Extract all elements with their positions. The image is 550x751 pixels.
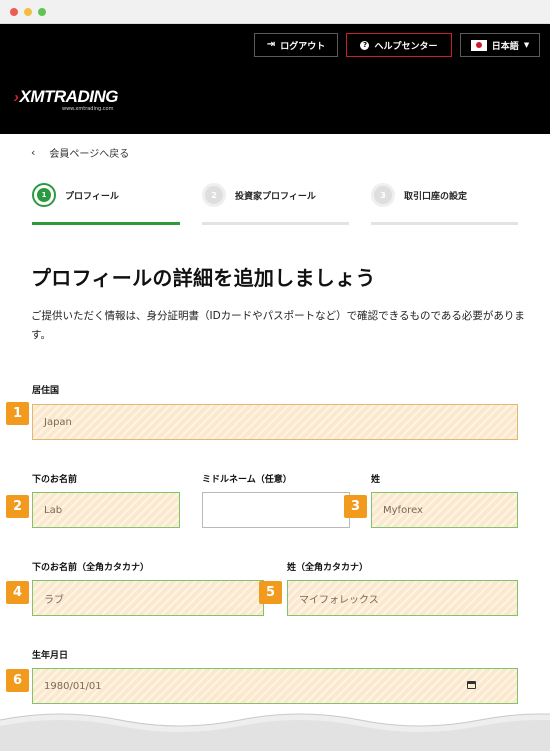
calendar-icon[interactable] xyxy=(467,681,476,689)
first-name-field[interactable]: Lab xyxy=(32,492,180,528)
maximize-window-dot[interactable] xyxy=(38,8,46,16)
browser-chrome xyxy=(0,0,550,24)
country-value: Japan xyxy=(44,416,72,428)
help-center-label: ヘルプセンター xyxy=(374,41,438,52)
country-label: 居住国 xyxy=(32,386,60,396)
birth-date-label: 生年月日 xyxy=(32,651,69,661)
annotation-badge-6: 6 xyxy=(6,669,29,692)
last-name-label: 姓 xyxy=(371,475,381,485)
page-description: ご提供いただく情報は、身分証明書（IDカードやパスポートなど）で確認できるもので… xyxy=(31,310,525,341)
step-2-progress-bar xyxy=(202,222,349,225)
annotation-badge-5: 5 xyxy=(259,581,282,604)
last-name-field[interactable]: Myforex xyxy=(371,492,518,528)
country-field[interactable]: Japan xyxy=(32,404,518,440)
close-window-dot[interactable] xyxy=(10,8,18,16)
language-label: 日本語 xyxy=(491,41,519,52)
step-1-indicator: 1 xyxy=(32,183,56,207)
last-name-kana-field[interactable]: マイフォレックス xyxy=(287,580,518,616)
step-3-progress-bar xyxy=(371,222,518,225)
first-name-kana-label: 下のお名前（全角カタカナ） xyxy=(32,563,150,573)
back-label: 会員ページへ戻る xyxy=(49,149,130,160)
caret-down-icon: ▼ xyxy=(523,41,530,49)
step-1-label: プロフィール xyxy=(65,191,119,202)
logout-label: ログアウト xyxy=(280,41,326,52)
last-name-value: Myforex xyxy=(383,504,423,516)
birth-date-value: 1980/01/01 xyxy=(44,680,102,692)
xmtrading-logo[interactable]: › XMTRADING www.xmtrading.com xyxy=(12,87,119,112)
annotation-badge-2: 2 xyxy=(6,495,29,518)
logout-button[interactable]: ⇥ ログアウト xyxy=(254,33,338,57)
brand-bar: › XMTRADING www.xmtrading.com xyxy=(0,66,550,134)
last-name-kana-value: マイフォレックス xyxy=(299,594,379,606)
torn-edge-decoration xyxy=(0,713,550,751)
step-3-indicator: 3 xyxy=(371,183,395,207)
language-selector[interactable]: 日本語 ▼ xyxy=(460,33,540,57)
first-name-value: Lab xyxy=(44,504,63,516)
top-bar: ⇥ ログアウト ? ヘルプセンター 日本語 ▼ xyxy=(0,24,550,66)
help-center-button[interactable]: ? ヘルプセンター xyxy=(346,33,452,57)
step-1-progress-bar xyxy=(32,222,180,225)
step-1: 1 プロフィール xyxy=(32,183,119,207)
middle-name-field[interactable] xyxy=(202,492,350,528)
step-2-label: 投資家プロフィール xyxy=(235,191,316,202)
back-to-members-link[interactable]: ‹ 会員ページへ戻る xyxy=(31,145,129,160)
first-name-label: 下のお名前 xyxy=(32,475,78,485)
annotation-badge-4: 4 xyxy=(6,581,29,604)
step-2-indicator: 2 xyxy=(202,183,226,207)
chevron-left-icon: ‹ xyxy=(31,146,36,159)
annotation-badge-3: 3 xyxy=(344,495,367,518)
annotation-badge-1: 1 xyxy=(6,402,29,425)
step-2: 2 投資家プロフィール xyxy=(202,183,316,207)
step-3: 3 取引口座の設定 xyxy=(371,183,467,207)
minimize-window-dot[interactable] xyxy=(24,8,32,16)
middle-name-label: ミドルネーム（任意） xyxy=(202,475,292,485)
logo-text: XMTRADING xyxy=(19,87,119,106)
last-name-kana-label: 姓（全角カタカナ） xyxy=(287,563,369,573)
first-name-kana-value: ラブ xyxy=(44,594,64,606)
page-title: プロフィールの詳細を追加しましょう xyxy=(31,266,376,290)
first-name-kana-field[interactable]: ラブ xyxy=(32,580,264,616)
logout-icon: ⇥ xyxy=(266,39,276,50)
logo-subtext: www.xmtrading.com xyxy=(62,106,114,112)
help-icon: ? xyxy=(360,40,370,50)
birth-date-field[interactable]: 1980/01/01 xyxy=(32,668,518,704)
japan-flag-icon xyxy=(470,39,487,51)
step-3-label: 取引口座の設定 xyxy=(404,191,468,202)
